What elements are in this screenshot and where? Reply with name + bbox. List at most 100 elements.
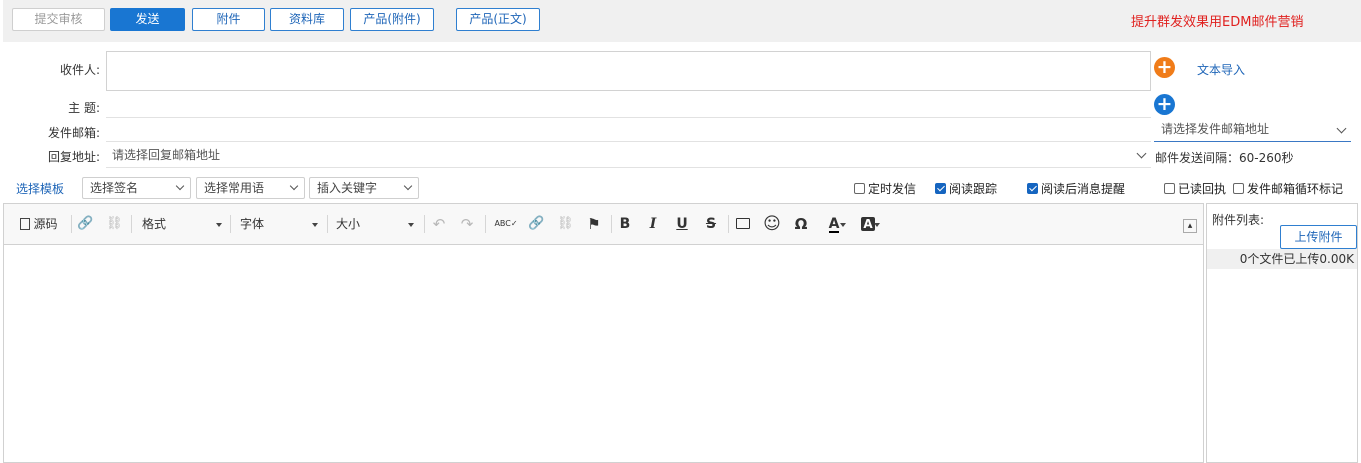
image-icon-frame [736,218,750,229]
add-subject-blue-icon[interactable]: + [1154,94,1175,115]
signature-select-value: 选择签名 [90,181,139,195]
read-tracking-label: 阅读跟踪 [949,182,998,196]
checkbox-checked-icon [935,183,946,194]
subject-label: 主 题: [68,101,100,115]
reply-label: 回复地址: [47,150,100,164]
sender-label: 发件邮箱: [47,126,100,140]
anchor-unlink-icon[interactable]: ⛓ [557,215,574,233]
sender-underline [106,141,1151,142]
link-icon[interactable]: 🔗 [77,215,93,233]
select-template-link[interactable]: 选择模板 [16,180,64,197]
toolbar-separator [327,215,328,233]
toolbar-separator [131,215,132,233]
dropdown-arrow-icon [874,223,880,227]
format-label: 格式 [142,217,167,231]
dropdown-arrow-icon [216,223,222,227]
toolbar-separator [485,215,486,233]
font-label: 字体 [240,217,265,231]
scheduled-send-label: 定时发信 [868,182,917,196]
phrases-select[interactable]: 选择常用语 [196,177,305,199]
underline-icon[interactable]: U [674,215,690,233]
scheduled-send-checkbox[interactable]: 定时发信 [854,180,916,197]
reply-select-value: 请选择回复邮箱地址 [112,148,221,162]
text-color-button[interactable]: A [820,215,848,233]
size-combo[interactable]: 大小 [336,215,418,233]
dropdown-arrow-icon [408,223,414,227]
chevron-down-icon [289,181,299,191]
read-receipt-label: 已读回执 [1178,182,1227,196]
subject-underline [106,117,1151,118]
email-compose-page: 提交审核 发送 附件 资料库 产品(附件) 产品(正文) 提升群发效果用EDM邮… [0,0,1361,463]
chevron-down-icon [403,181,413,191]
source-icon [20,218,31,230]
undo-icon[interactable]: ↶ [431,215,447,233]
text-import-link[interactable]: 文本导入 [1197,61,1245,78]
checkbox-checked-icon [1027,183,1038,194]
keyword-select[interactable]: 插入关键字 [309,177,419,199]
spellcheck-icon[interactable]: ABC✓ [491,215,521,233]
add-recipient-orange-icon[interactable]: + [1154,57,1175,78]
bg-color-icon: A [861,217,875,231]
submit-review-button[interactable]: 提交审核 [12,8,105,31]
redo-icon[interactable]: ↷ [459,215,475,233]
upload-attachment-button[interactable]: 上传附件 [1280,225,1357,249]
source-button[interactable]: 源码 [16,215,62,233]
image-icon[interactable] [735,215,751,233]
flag-icon[interactable]: ⚑ [586,215,602,233]
toolbar-separator [424,215,425,233]
edm-promo-link[interactable]: 提升群发效果用EDM邮件营销 [1131,11,1303,30]
read-notify-label: 阅读后消息提醒 [1041,182,1126,196]
dropdown-arrow-icon [312,223,318,227]
anchor-link-icon[interactable]: 🔗 [528,215,544,233]
rich-text-editor: 源码 🔗 ⛓ 格式 字体 大小 ↶ ↷ ABC✓ 🔗 ⛓ ⚑ B I U S ☺… [3,203,1204,463]
product-attachment-button[interactable]: 产品(附件) [350,8,434,31]
checkbox-icon [1233,183,1244,194]
send-interval-text: 邮件发送间隔：60-260秒 [1155,151,1294,165]
smiley-icon[interactable]: ☺ [763,215,781,233]
read-tracking-checkbox[interactable]: 阅读跟踪 [935,180,997,197]
recipient-input[interactable] [106,51,1151,91]
reply-select[interactable]: 请选择回复邮箱地址 [112,147,1142,165]
signature-select[interactable]: 选择签名 [82,177,191,199]
read-notify-checkbox[interactable]: 阅读后消息提醒 [1027,180,1125,197]
editor-body[interactable] [4,245,1203,462]
keyword-select-value: 插入关键字 [317,181,378,195]
reply-underline [106,167,1151,168]
toolbar-separator [71,215,72,233]
attachment-panel: 附件列表: 上传附件 0个文件已上传0.00K [1206,203,1358,463]
recipient-label: 收件人: [59,63,100,77]
toolbar-separator [230,215,231,233]
checkbox-icon [1164,183,1175,194]
bg-color-button[interactable]: A [854,215,882,233]
maximize-icon[interactable]: ▴ [1183,219,1197,233]
loop-mark-label: 发件邮箱循环标记 [1247,182,1344,196]
strikethrough-icon[interactable]: S [703,215,719,233]
upload-status-text: 0个文件已上传0.00K [1207,249,1357,269]
format-combo[interactable]: 格式 [142,215,224,233]
read-receipt-checkbox[interactable]: 已读回执 [1164,180,1226,197]
top-toolbar: 提交审核 发送 附件 资料库 产品(附件) 产品(正文) 提升群发效果用EDM邮… [3,0,1361,42]
dropdown-arrow-icon [840,223,846,227]
attachment-button[interactable]: 附件 [192,8,265,31]
checkbox-icon [854,183,865,194]
size-label: 大小 [336,217,361,231]
chevron-down-icon [1336,123,1347,134]
sender-select[interactable]: 请选择发件邮箱地址 [1154,118,1351,142]
chevron-down-icon [175,181,185,191]
bold-icon[interactable]: B [617,215,633,233]
send-button[interactable]: 发送 [110,8,185,31]
unlink-icon[interactable]: ⛓ [106,215,123,233]
product-body-button[interactable]: 产品(正文) [456,8,540,31]
italic-icon[interactable]: I [645,215,661,233]
subject-input[interactable] [106,94,1151,116]
text-color-icon: A [828,216,840,233]
toolbar-separator [728,215,729,233]
toolbar-separator [611,215,612,233]
editor-toolbar: 源码 🔗 ⛓ 格式 字体 大小 ↶ ↷ ABC✓ 🔗 ⛓ ⚑ B I U S ☺… [4,204,1203,245]
font-combo[interactable]: 字体 [240,215,322,233]
library-button[interactable]: 资料库 [270,8,344,31]
source-label: 源码 [33,217,58,231]
special-char-icon[interactable]: Ω [792,215,810,233]
loop-mark-checkbox[interactable]: 发件邮箱循环标记 [1233,180,1343,197]
sender-select-value: 请选择发件邮箱地址 [1161,122,1270,136]
